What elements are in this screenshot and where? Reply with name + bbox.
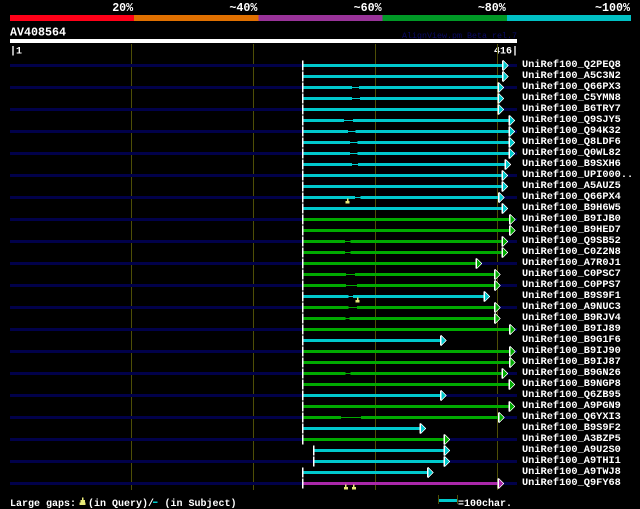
svg-text:20%: 20%: [112, 1, 133, 15]
svg-text:(in Subject): (in Subject): [165, 498, 237, 509]
svg-text:=100char.: =100char.: [458, 498, 512, 509]
svg-text:AV408564: AV408564: [10, 25, 66, 39]
svg-text:~60%: ~60%: [354, 1, 382, 15]
svg-text:~100%: ~100%: [595, 1, 630, 15]
svg-text:|1: |1: [10, 45, 22, 57]
svg-text:~80%: ~80%: [478, 1, 506, 15]
svg-text:~40%: ~40%: [229, 1, 257, 15]
svg-text:UniRef100_Q9FY68: UniRef100_Q9FY68: [522, 477, 621, 489]
svg-text:Large gaps:: Large gaps:: [10, 499, 76, 509]
svg-text:(in Query)/: (in Query)/: [88, 498, 154, 509]
